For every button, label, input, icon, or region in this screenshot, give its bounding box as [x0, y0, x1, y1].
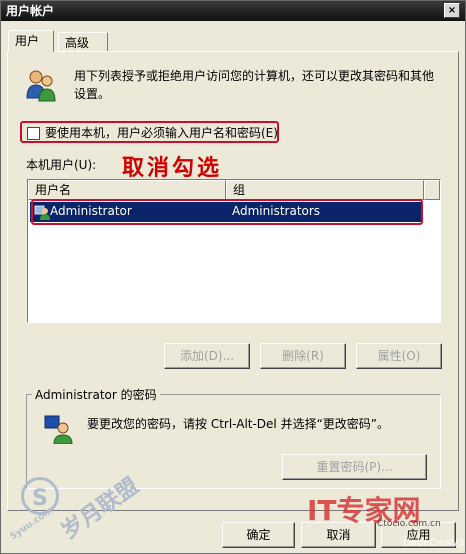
add-button[interactable]: 添加(D)...	[164, 343, 250, 369]
password-instructions: 要更改您的密码，请按 Ctrl-Alt-Del 并选择“更改密码”。	[87, 417, 390, 431]
password-group-title: Administrator 的密码	[32, 386, 160, 403]
require-login-checkbox[interactable]	[27, 127, 40, 140]
local-users-label: 本机用户(U):	[26, 158, 97, 172]
user-accounts-window: 用户帐户 × 用户 高级 用下列表授予或拒绝用户访问您的计算机，还可以更改其密码…	[0, 0, 466, 554]
watermark-right-small: DedeCmsV3	[403, 538, 465, 549]
users-icon	[26, 70, 56, 102]
title-bar: 用户帐户 ×	[1, 1, 465, 21]
watermark-right-caption: Ctocio.com.cn	[377, 519, 441, 529]
reset-password-button[interactable]: 重置密码(P)...	[282, 454, 427, 480]
list-header: 用户名 组	[28, 180, 440, 200]
description-text: 用下列表授予或拒绝用户访问您的计算机，还可以更改其密码和其他设置。	[74, 69, 435, 101]
close-button[interactable]: ×	[444, 3, 460, 18]
window-title: 用户帐户	[6, 4, 55, 18]
tab-advanced[interactable]: 高级	[58, 32, 108, 52]
watermark-logo: S	[21, 477, 59, 515]
highlight-box-row	[31, 199, 423, 225]
column-header-username[interactable]: 用户名	[28, 180, 226, 200]
require-login-label[interactable]: 要使用本机，用户必须输入用户名和密码(E)	[45, 124, 278, 141]
properties-button[interactable]: 属性(O)	[356, 343, 442, 369]
remove-button[interactable]: 删除(R)	[260, 343, 346, 369]
tab-users[interactable]: 用户	[8, 30, 54, 52]
password-user-icon	[44, 415, 73, 444]
annotation-text: 取消勾选	[122, 155, 223, 181]
column-header-group[interactable]: 组	[226, 180, 424, 200]
ok-button[interactable]: 确定	[222, 522, 295, 548]
column-header-filler	[424, 180, 440, 200]
